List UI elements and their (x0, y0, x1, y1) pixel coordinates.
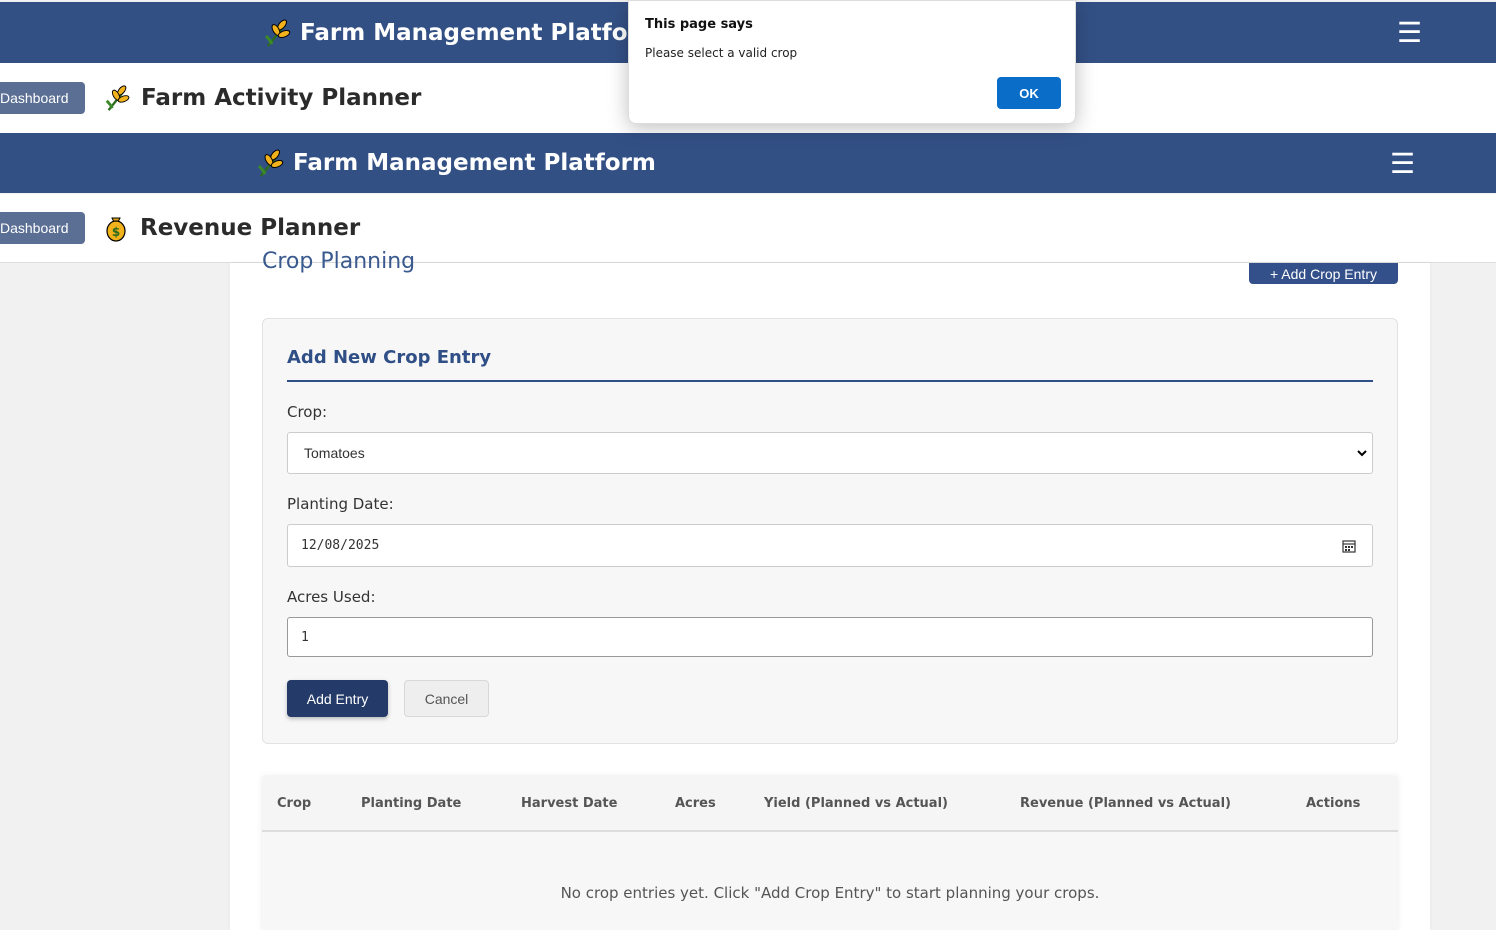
alert-ok-button[interactable]: OK (997, 77, 1061, 109)
planting-date-value: 12/08/2025 (301, 538, 380, 553)
planting-date-label: Planting Date: (287, 495, 394, 513)
form-divider (287, 380, 1373, 382)
column-header-revenue: Revenue (Planned vs Actual) (1020, 796, 1231, 811)
add-crop-form: Add New Crop Entry Crop: Tomatoes Planti… (262, 318, 1398, 744)
calendar-icon[interactable] (1342, 539, 1356, 553)
second-navbar: Farm Management Platform ☰ (0, 133, 1496, 193)
wheat-icon (264, 19, 291, 47)
wheat-icon (257, 149, 284, 177)
crop-label: Crop: (287, 403, 328, 421)
page-title: $ Revenue Planner (102, 214, 360, 242)
svg-text:$: $ (112, 225, 120, 239)
dashboard-button[interactable]: Dashboard (0, 212, 85, 244)
crop-table: Crop Planting Date Harvest Date Acres Yi… (262, 776, 1398, 930)
cancel-button[interactable]: Cancel (404, 680, 489, 717)
column-header-harvest-date: Harvest Date (521, 796, 618, 811)
page-title-text: Farm Activity Planner (141, 85, 422, 111)
acres-value: 1 (301, 629, 309, 645)
wheat-icon (105, 85, 130, 111)
column-header-acres: Acres (675, 796, 716, 811)
column-header-actions: Actions (1306, 796, 1361, 811)
column-header-crop: Crop (277, 796, 312, 811)
empty-table-message: No crop entries yet. Click "Add Crop Ent… (560, 884, 1100, 902)
column-header-planting-date: Planting Date (361, 796, 462, 811)
navbar-brand-text: Farm Management Platform (300, 19, 663, 46)
form-heading: Add New Crop Entry (287, 347, 492, 368)
section-title: Crop Planning (262, 249, 416, 274)
planting-date-input[interactable]: 12/08/2025 (287, 524, 1373, 567)
navbar-brand-text: Farm Management Platform (293, 150, 656, 176)
crop-planning-card: Crop Planning + Add Crop Entry Add New C… (230, 249, 1430, 930)
navbar-brand[interactable]: Farm Management Platform (262, 2, 663, 63)
page-title-text: Revenue Planner (140, 215, 361, 241)
add-entry-button[interactable]: Add Entry (287, 680, 388, 717)
acres-input[interactable]: 1 (287, 617, 1373, 657)
revenue-planner-header: Dashboard $ Revenue Planner (0, 194, 1496, 263)
chevron-down-icon (1357, 450, 1367, 457)
alert-dialog: This page says Please select a valid cro… (628, 0, 1076, 124)
column-header-yield: Yield (Planned vs Actual) (764, 796, 948, 811)
add-crop-entry-button[interactable]: + Add Crop Entry (1249, 263, 1398, 284)
dashboard-button[interactable]: Dashboard (0, 82, 85, 114)
hamburger-icon[interactable]: ☰ (1390, 133, 1415, 193)
page-title: Farm Activity Planner (103, 84, 421, 112)
crop-select[interactable]: Tomatoes (287, 432, 1373, 474)
crop-select-value: Tomatoes (304, 445, 365, 461)
hamburger-icon[interactable]: ☰ (1397, 2, 1422, 63)
table-header: Crop Planting Date Harvest Date Acres Yi… (262, 776, 1398, 832)
navbar-brand[interactable]: Farm Management Platform (255, 133, 656, 193)
money-bag-icon: $ (106, 217, 126, 242)
alert-title: This page says (645, 17, 753, 32)
alert-message: Please select a valid crop (645, 46, 798, 60)
acres-label: Acres Used: (287, 588, 376, 606)
